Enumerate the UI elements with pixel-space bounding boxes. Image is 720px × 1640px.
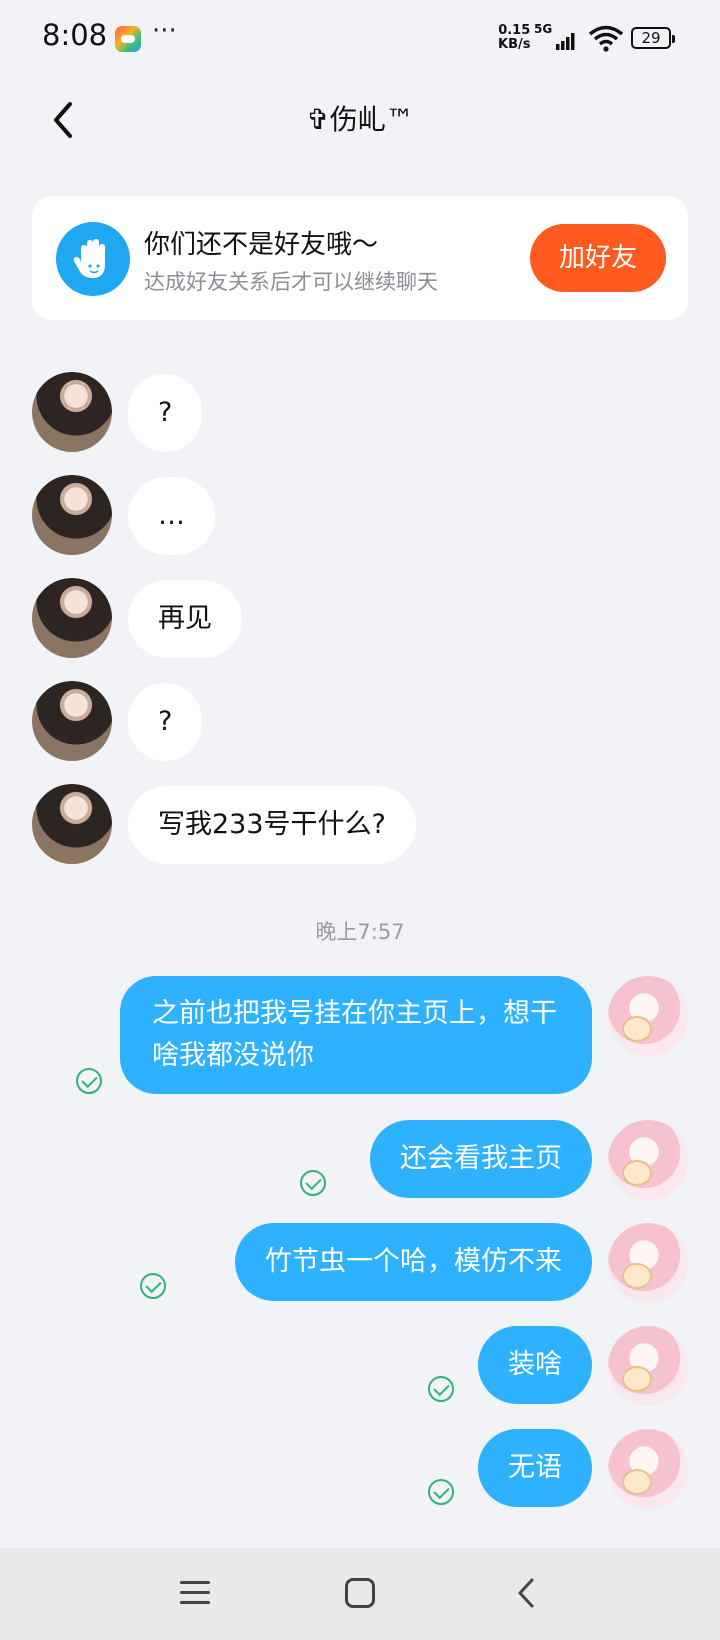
read-check-icon — [300, 1170, 326, 1196]
read-check-icon — [428, 1376, 454, 1402]
contact-avatar[interactable] — [32, 784, 112, 864]
incoming-message[interactable]: … — [128, 477, 215, 555]
chat-timestamp: 晚上7:57 — [315, 920, 405, 944]
system-nav-bar — [0, 1548, 720, 1640]
waving-hand-icon — [56, 222, 130, 296]
my-avatar[interactable] — [608, 1326, 688, 1406]
add-friend-button[interactable]: 加好友 — [530, 224, 666, 292]
back-icon[interactable] — [512, 1576, 542, 1610]
read-check-icon — [140, 1273, 166, 1299]
battery-indicator: 29 — [631, 27, 675, 49]
incoming-message[interactable]: ? — [128, 683, 203, 761]
chat-title: ✞伤乢™ — [306, 103, 414, 136]
friend-notice-card: 你们还不是好友哦～ 达成好友关系后才可以继续聊天 加好友 — [32, 196, 688, 320]
my-avatar[interactable] — [608, 1223, 688, 1303]
menu-icon[interactable] — [180, 1579, 210, 1607]
status-time: 8:08 — [42, 18, 108, 52]
my-avatar[interactable] — [608, 1120, 688, 1200]
my-avatar[interactable] — [608, 1429, 688, 1509]
outgoing-message[interactable]: 还会看我主页 — [370, 1120, 592, 1198]
outgoing-message[interactable]: 之前也把我号挂在你主页上，想干啥我都没说你 — [120, 976, 592, 1094]
net-speed-unit: KB/s — [498, 37, 531, 52]
incoming-message[interactable]: 再见 — [128, 580, 242, 658]
net-speed-value: 0.15 — [498, 23, 531, 38]
chat-header: ✞伤乢™ — [0, 80, 720, 164]
signal-icon — [556, 33, 575, 50]
friend-notice-subtitle: 达成好友关系后才可以继续聊天 — [144, 270, 438, 294]
incoming-message[interactable]: 写我233号干什么? — [128, 786, 416, 864]
net-speed: 0.15 KB/s — [498, 24, 530, 52]
contact-avatar[interactable] — [32, 372, 112, 452]
friend-notice-title: 你们还不是好友哦～ — [144, 230, 379, 260]
incoming-message[interactable]: ? — [128, 374, 203, 452]
status-bar: 8:08 ··· 0.15 KB/s 5G 29 — [0, 0, 720, 80]
outgoing-message[interactable]: 装啥 — [478, 1326, 592, 1404]
contact-avatar[interactable] — [32, 578, 112, 658]
outgoing-message[interactable]: 竹节虫一个哈，模仿不来 — [235, 1223, 592, 1301]
contact-avatar[interactable] — [32, 475, 112, 555]
wifi-icon — [588, 25, 624, 52]
read-check-icon — [76, 1068, 102, 1094]
contact-avatar[interactable] — [32, 681, 112, 761]
overflow-dots: ··· — [152, 16, 177, 46]
game-center-icon — [115, 26, 141, 52]
home-icon[interactable] — [345, 1578, 375, 1608]
outgoing-message[interactable]: 无语 — [478, 1429, 592, 1507]
my-avatar[interactable] — [608, 976, 688, 1056]
read-check-icon — [428, 1479, 454, 1505]
